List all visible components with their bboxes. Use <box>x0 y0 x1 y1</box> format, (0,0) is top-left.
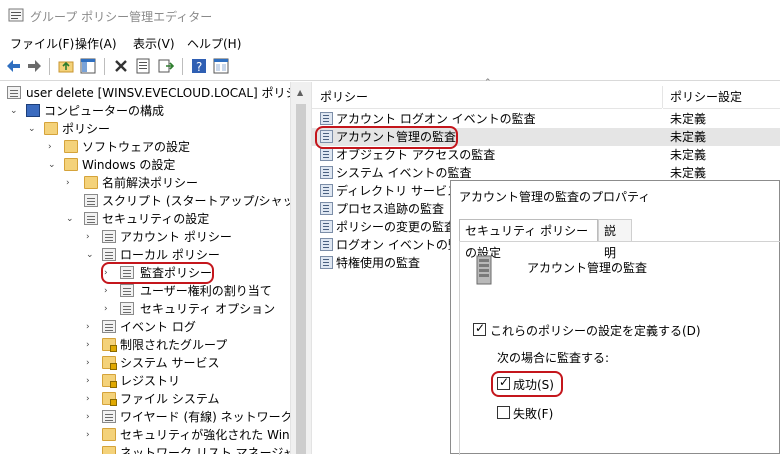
title-bar: グループ ポリシー管理エディター <box>0 0 780 32</box>
window-title: グループ ポリシー管理エディター <box>30 10 213 24</box>
policy-document-icon <box>102 248 116 261</box>
show-hide-tree-icon[interactable] <box>80 58 96 74</box>
toolbar-separator <box>49 58 50 75</box>
chevron-right-icon[interactable]: › <box>86 318 96 336</box>
dialog-title: アカウント管理の監査のプロパティ <box>459 190 651 204</box>
chevron-down-icon[interactable]: ⌄ <box>28 120 38 138</box>
folder-icon <box>44 122 58 135</box>
policy-document-icon <box>102 320 116 333</box>
chevron-right-icon[interactable]: › <box>104 282 114 300</box>
chevron-down-icon[interactable]: ⌄ <box>86 246 96 264</box>
audit-policy-icon <box>320 184 333 197</box>
dialog-policy-name: アカウント管理の監査 <box>527 261 648 275</box>
chevron-right-icon[interactable]: › <box>86 390 96 408</box>
locked-folder-icon <box>102 374 117 388</box>
script-document-icon <box>84 194 98 207</box>
policy-document-icon <box>7 86 21 99</box>
svg-text:?: ? <box>196 60 202 74</box>
toolbar-separator <box>182 58 183 75</box>
menu-bar: ファイル(F) 操作(A) 表示(V) ヘルプ(H) <box>0 32 780 52</box>
policy-document-icon <box>120 266 134 279</box>
chevron-right-icon[interactable]: › <box>86 336 96 354</box>
audit-policy-icon <box>320 148 333 161</box>
tab-explanation[interactable]: 説明 <box>598 219 632 260</box>
help-icon[interactable]: ? <box>191 58 207 74</box>
chevron-right-icon[interactable]: › <box>86 426 96 444</box>
toolbar-separator <box>104 58 105 75</box>
policy-row[interactable]: オブジェクト アクセスの監査 未定義 <box>312 146 780 164</box>
policy-row[interactable]: アカウント ログオン イベントの監査 未定義 <box>312 110 780 128</box>
back-arrow-icon[interactable] <box>6 58 22 74</box>
locked-folder-icon <box>102 356 117 370</box>
network-policy-icon <box>102 410 116 423</box>
folder-icon <box>84 176 98 189</box>
chevron-right-icon[interactable]: › <box>104 264 114 282</box>
chevron-right-icon[interactable]: › <box>86 408 96 426</box>
menu-help[interactable]: ヘルプ(H) <box>187 35 241 52</box>
audit-policy-icon <box>320 112 333 125</box>
scroll-up-arrow-icon[interactable]: ▲ <box>297 88 303 97</box>
chevron-right-icon[interactable]: › <box>104 300 114 318</box>
chevron-down-icon[interactable]: ⌄ <box>66 210 76 228</box>
menu-action[interactable]: 操作(A) <box>75 35 117 52</box>
toolbar: ? <box>0 53 780 81</box>
audit-policy-icon <box>320 238 333 251</box>
chevron-down-icon[interactable]: ⌄ <box>48 156 58 174</box>
audit-on-label: 次の場合に監査する: <box>497 351 610 365</box>
properties-icon[interactable] <box>135 58 151 74</box>
group-policy-editor-icon <box>8 8 24 22</box>
computer-icon <box>26 104 40 117</box>
audit-policy-icon <box>320 166 333 179</box>
chevron-right-icon[interactable]: › <box>86 372 96 390</box>
scrollbar-thumb[interactable] <box>296 104 306 454</box>
column-header-setting[interactable]: ポリシー設定 <box>663 86 780 109</box>
folder-icon <box>102 446 116 454</box>
security-settings-icon <box>84 212 98 225</box>
chevron-right-icon[interactable]: › <box>48 138 58 156</box>
tab-security-policy-setting[interactable]: セキュリティ ポリシーの設定 <box>459 219 598 260</box>
chevron-right-icon[interactable]: › <box>86 228 96 246</box>
locked-folder-icon <box>102 338 117 352</box>
chevron-right-icon[interactable]: › <box>66 174 76 192</box>
folder-icon <box>102 428 116 441</box>
export-list-icon[interactable] <box>158 58 174 74</box>
folder-icon <box>64 158 78 171</box>
chevron-down-icon[interactable]: ⌄ <box>10 102 20 120</box>
tree-scrollbar[interactable]: ▲ <box>290 82 312 454</box>
policy-document-icon <box>120 284 134 297</box>
console-view-icon[interactable] <box>213 58 229 74</box>
chevron-right-icon[interactable]: › <box>86 354 96 372</box>
policy-document-icon <box>102 230 116 243</box>
column-header-policy[interactable]: ポリシー <box>312 86 662 109</box>
forward-arrow-icon[interactable] <box>26 58 42 74</box>
audit-policy-icon <box>320 256 333 269</box>
menu-view[interactable]: 表示(V) <box>133 35 175 52</box>
define-checkbox-box[interactable] <box>473 321 486 336</box>
audit-policy-icon <box>320 130 333 143</box>
locked-folder-icon <box>102 392 117 406</box>
menu-file[interactable]: ファイル(F) <box>10 35 74 52</box>
success-checkbox-box[interactable] <box>497 375 510 390</box>
audit-policy-icon <box>320 220 333 233</box>
console-tree: user delete [WINSV.EVECLOUD.LOCAL] ポリシー … <box>0 82 290 454</box>
delete-x-icon[interactable] <box>113 58 129 74</box>
policy-row-selected[interactable]: アカウント管理の監査 未定義 <box>312 128 780 146</box>
up-folder-icon[interactable] <box>58 58 74 74</box>
properties-dialog: アカウント管理の監査のプロパティ セキュリティ ポリシーの設定 説明 アカウント… <box>450 180 780 455</box>
audit-policy-icon <box>320 202 333 215</box>
failure-checkbox-box[interactable] <box>497 406 510 419</box>
folder-icon <box>64 140 78 153</box>
server-icon <box>476 255 492 285</box>
policy-document-icon <box>120 302 134 315</box>
